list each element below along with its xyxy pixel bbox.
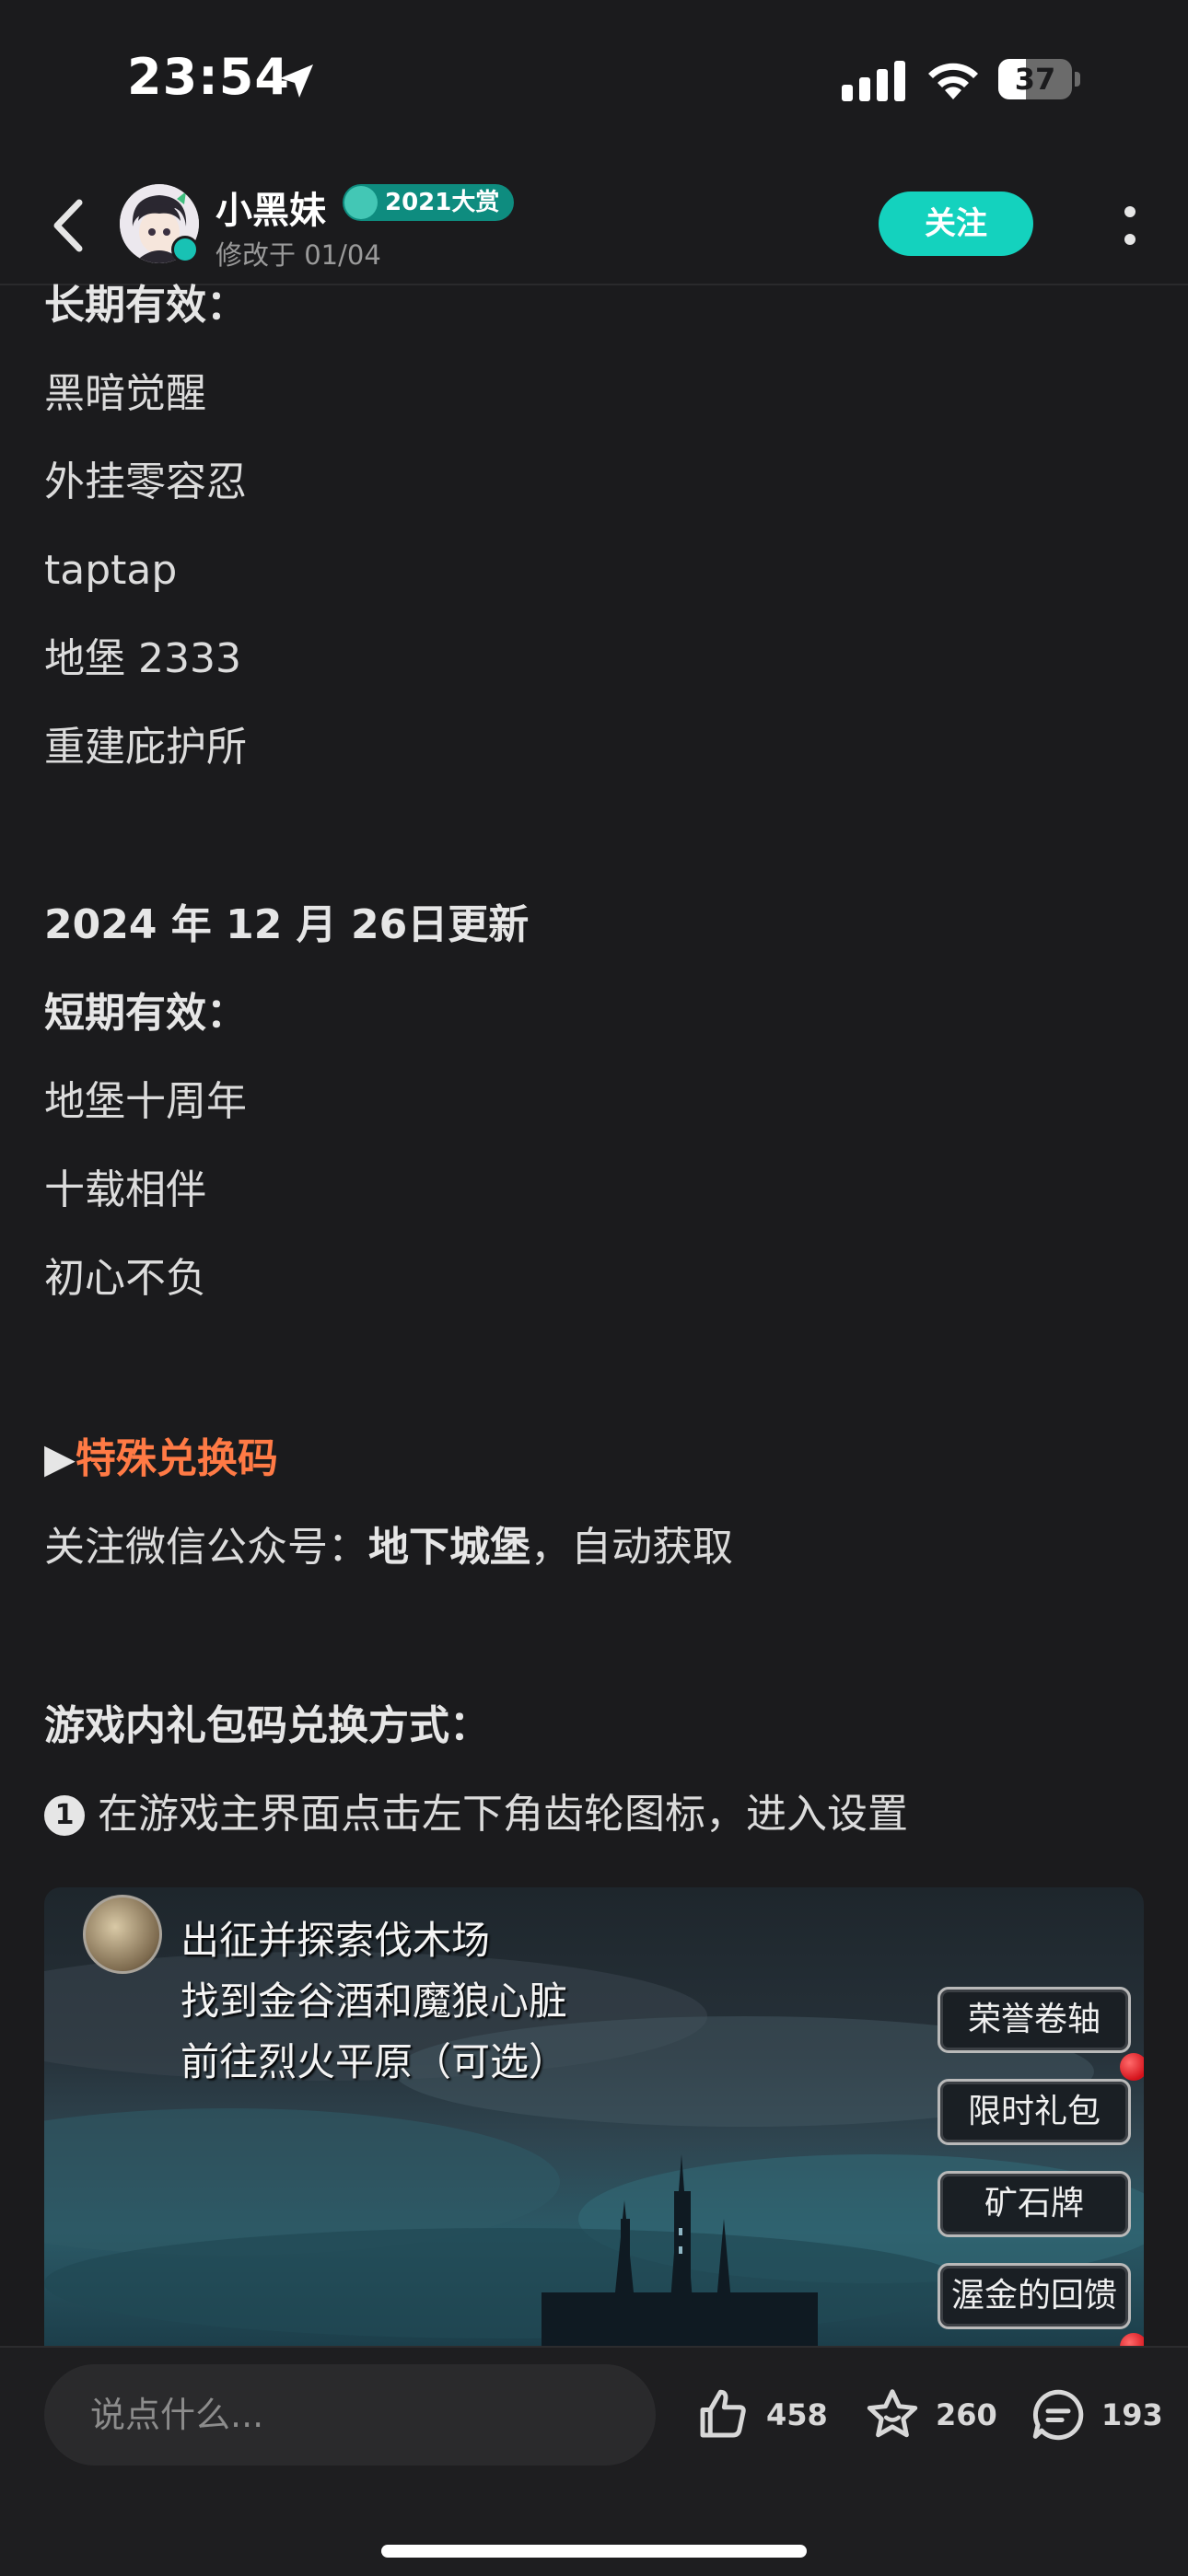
comment-bubble-icon [1032, 2389, 1084, 2441]
more-options-icon[interactable] [1116, 201, 1144, 252]
favorite-button[interactable]: 260 [862, 2385, 1000, 2449]
quest-line: 前往烈火平原（可选） [181, 2039, 568, 2084]
back-icon[interactable] [42, 193, 98, 258]
post-header: 小黑妹 2021大赏 修改于 01/04 关注 [0, 166, 1188, 285]
honor-scroll-button: 荣誉卷轴 [938, 1987, 1131, 2053]
code-item: 重建庇护所 [44, 724, 247, 771]
quest-line: 找到金谷酒和魔狼心脏 [181, 1978, 568, 2024]
code-item: 地堡十周年 [44, 1078, 247, 1125]
wechat-suffix: ，自动获取 [530, 1524, 733, 1571]
limited-gift-button: 限时礼包 [938, 2079, 1131, 2145]
home-indicator [381, 2545, 807, 2558]
step-1-text: 在游戏主界面点击左下角齿轮图标，进入设置 [98, 1791, 908, 1838]
star-icon [867, 2389, 918, 2438]
code-item: 外挂零容忍 [44, 458, 247, 505]
comment-count: 193 [1101, 2397, 1163, 2432]
trophy-icon [344, 186, 378, 219]
username[interactable]: 小黑妹 [215, 180, 326, 234]
follow-button[interactable]: 关注 [879, 191, 1033, 256]
comment-input[interactable]: 说点什么... [44, 2364, 656, 2466]
wechat-line: 关注微信公众号：地下城堡，自动获取 [44, 1520, 733, 1575]
wifi-icon [928, 63, 978, 99]
wechat-account: 地下城堡 [368, 1524, 530, 1571]
long-term-heading: 长期有效： [44, 282, 247, 329]
comment-button[interactable]: 193 [1028, 2385, 1166, 2449]
short-term-heading: 短期有效： [44, 990, 247, 1037]
code-item: taptap [44, 547, 178, 594]
bottom-action-bar: 说点什么... 458 260 193 [0, 2346, 1188, 2576]
quest-scroll-icon [83, 1895, 162, 1974]
award-label: 2021大赏 [385, 189, 500, 216]
redeem-heading: 游戏内礼包码兑换方式： [44, 1702, 490, 1749]
special-code-title: 特殊兑换码 [75, 1435, 278, 1482]
status-bar: 23:54 37 [0, 0, 1188, 166]
location-arrow-icon [280, 64, 313, 98]
code-item: 初心不负 [44, 1255, 206, 1302]
quest-line: 出征并探索伐木场 [181, 1918, 491, 1963]
step-number: 1 [44, 1795, 85, 1836]
cellular-signal-icon [842, 61, 905, 101]
modified-date: 修改于 01/04 [215, 239, 381, 271]
code-item: 十载相伴 [44, 1166, 206, 1213]
step-1: 1 在游戏主界面点击左下角齿轮图标，进入设置 [44, 1787, 908, 1842]
battery-level: 37 [1014, 62, 1056, 97]
favorite-count: 260 [936, 2397, 997, 2432]
wechat-prefix: 关注微信公众号： [44, 1524, 368, 1571]
castle-silhouette [542, 2154, 818, 2348]
thumbs-up-icon [700, 2389, 746, 2438]
update-date: 2024 年 12 月 26日更新 [44, 901, 530, 948]
code-item: 地堡 2333 [44, 635, 241, 682]
code-item: 黑暗觉醒 [44, 370, 206, 417]
battery-icon: 37 [998, 59, 1081, 101]
award-badge: 2021大赏 [343, 184, 515, 221]
verified-badge-icon [171, 236, 199, 263]
special-code-heading: ▶特殊兑换码 [44, 1432, 278, 1487]
ore-plate-button: 矿石牌 [938, 2171, 1131, 2237]
triangle-arrow-icon: ▶ [44, 1435, 76, 1482]
status-time: 23:54 [127, 48, 290, 106]
like-count: 458 [766, 2397, 828, 2432]
like-button[interactable]: 458 [693, 2385, 831, 2449]
gold-reward-button: 渥金的回馈 [938, 2263, 1131, 2329]
notification-dot-icon [1120, 2053, 1144, 2081]
game-screenshot[interactable]: 出征并探索伐木场 找到金谷酒和魔狼心脏 前往烈火平原（可选） 荣誉卷轴 限时礼包… [44, 1887, 1144, 2348]
